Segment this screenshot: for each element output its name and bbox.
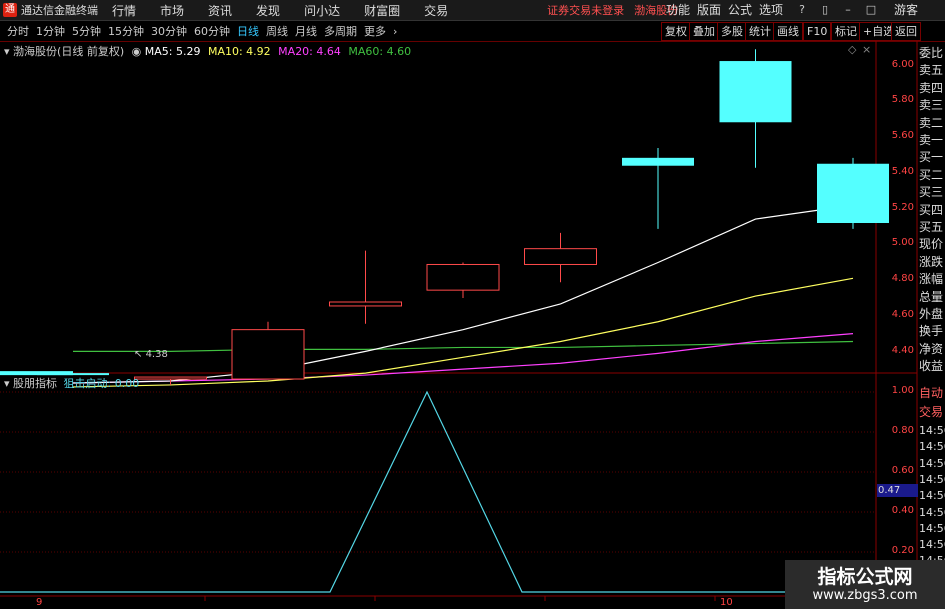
- price-tick: 5.20: [891, 202, 914, 213]
- side-label[interactable]: 卖一: [919, 131, 945, 148]
- side-label[interactable]: 买四: [919, 201, 945, 218]
- side-label[interactable]: 卖二: [919, 114, 945, 131]
- diamond-icon[interactable]: ◇: [848, 43, 856, 56]
- low-price-marker: ↖ 4.38: [134, 349, 168, 360]
- indicator-line: [0, 390, 876, 593]
- auto-trade-label[interactable]: 自动: [919, 384, 945, 401]
- price-tick: 5.80: [891, 94, 914, 105]
- price-tick: 6.00: [891, 59, 914, 70]
- side-label[interactable]: 净资: [919, 340, 945, 357]
- side-label[interactable]: 买三: [919, 183, 945, 200]
- candle-body: [524, 248, 597, 265]
- side-label[interactable]: 涨跌: [919, 253, 945, 270]
- date-label: 10: [720, 597, 733, 608]
- indicator-tick: 0.60: [891, 465, 914, 476]
- indicator-tick: 0.80: [891, 425, 914, 436]
- main-info-line: ▾ 渤海股份(日线 前复权) ◉ MA5: 5.29 MA10: 4.92 MA…: [4, 43, 411, 59]
- candle-body: [134, 376, 207, 380]
- side-label[interactable]: 委比: [919, 44, 945, 61]
- tick-time: 14:56: [919, 424, 945, 437]
- watermark-url: www.zbgs3.com: [812, 588, 918, 603]
- price-tick: 4.40: [891, 345, 914, 356]
- date-label: 9: [36, 597, 43, 608]
- candle-body: [622, 157, 694, 166]
- indicator-tick: 0.40: [891, 505, 914, 516]
- tick-time: 14:56: [919, 521, 945, 535]
- collapse-icon[interactable]: ▾: [4, 45, 10, 58]
- watermark-title: 指标公式网: [817, 566, 913, 588]
- indicator-tick: 0.20: [891, 545, 914, 556]
- indicator-tick: 1.00: [891, 385, 914, 396]
- side-label[interactable]: 买五: [919, 218, 945, 235]
- side-label[interactable]: 卖五: [919, 61, 945, 78]
- tick-time: 14:56: [919, 472, 945, 486]
- side-label[interactable]: 买二: [919, 166, 945, 183]
- indicator-info-line: ▾ 股朋指标 狙击启动: 0.00: [4, 377, 140, 390]
- price-tick: 5.40: [891, 166, 914, 177]
- candle-body: [719, 61, 792, 123]
- ma60-line: [73, 340, 854, 352]
- settings-dot-icon[interactable]: ◉: [132, 45, 142, 58]
- side-label[interactable]: 换手: [919, 322, 945, 339]
- ma5-label: MA5: 5.29: [144, 45, 201, 58]
- ma10-label: MA10: 4.92: [207, 45, 271, 58]
- auto-trade-label[interactable]: 交易: [919, 403, 945, 420]
- tick-time: 14:56: [919, 489, 945, 503]
- side-label[interactable]: 现价: [919, 235, 945, 252]
- tick-time: 14:56: [919, 456, 945, 470]
- side-label[interactable]: 买一: [919, 148, 945, 165]
- side-label[interactable]: 外盘: [919, 305, 945, 322]
- tick-time: 14:56: [919, 505, 945, 519]
- indicator-collapse-icon[interactable]: ▾: [4, 377, 10, 390]
- ma20-line: [72, 333, 854, 384]
- candle-body: [426, 263, 500, 291]
- candle-body: [231, 329, 305, 380]
- stock-title: 渤海股份(日线 前复权): [13, 45, 125, 58]
- price-tick: 4.60: [891, 309, 914, 320]
- indicator-value: 0.00: [114, 377, 140, 390]
- candle-body: [329, 301, 402, 307]
- price-tick: 5.00: [891, 237, 914, 248]
- tick-time: 14:56: [919, 538, 945, 552]
- price-tick: 4.80: [891, 273, 914, 284]
- side-label[interactable]: 收益: [919, 357, 945, 374]
- side-label[interactable]: 卖三: [919, 96, 945, 113]
- ma60-label: MA60: 4.60: [348, 45, 412, 58]
- side-label[interactable]: 总量: [919, 288, 945, 305]
- close-icon[interactable]: ×: [862, 43, 871, 56]
- kline-chart[interactable]: [0, 0, 945, 609]
- side-label[interactable]: 卖四: [919, 79, 945, 96]
- ma20-label: MA20: 4.64: [278, 45, 341, 58]
- indicator-line-name: 狙击启动: [63, 377, 108, 390]
- indicator-cursor-value: 0.47: [877, 484, 918, 497]
- tick-time: 14:56: [919, 440, 945, 454]
- watermark-banner: 指标公式网 www.zbgs3.com: [785, 560, 945, 609]
- indicator-name: 股朋指标: [13, 377, 58, 390]
- price-tick: 5.60: [891, 130, 914, 141]
- side-label[interactable]: 涨幅: [919, 270, 945, 287]
